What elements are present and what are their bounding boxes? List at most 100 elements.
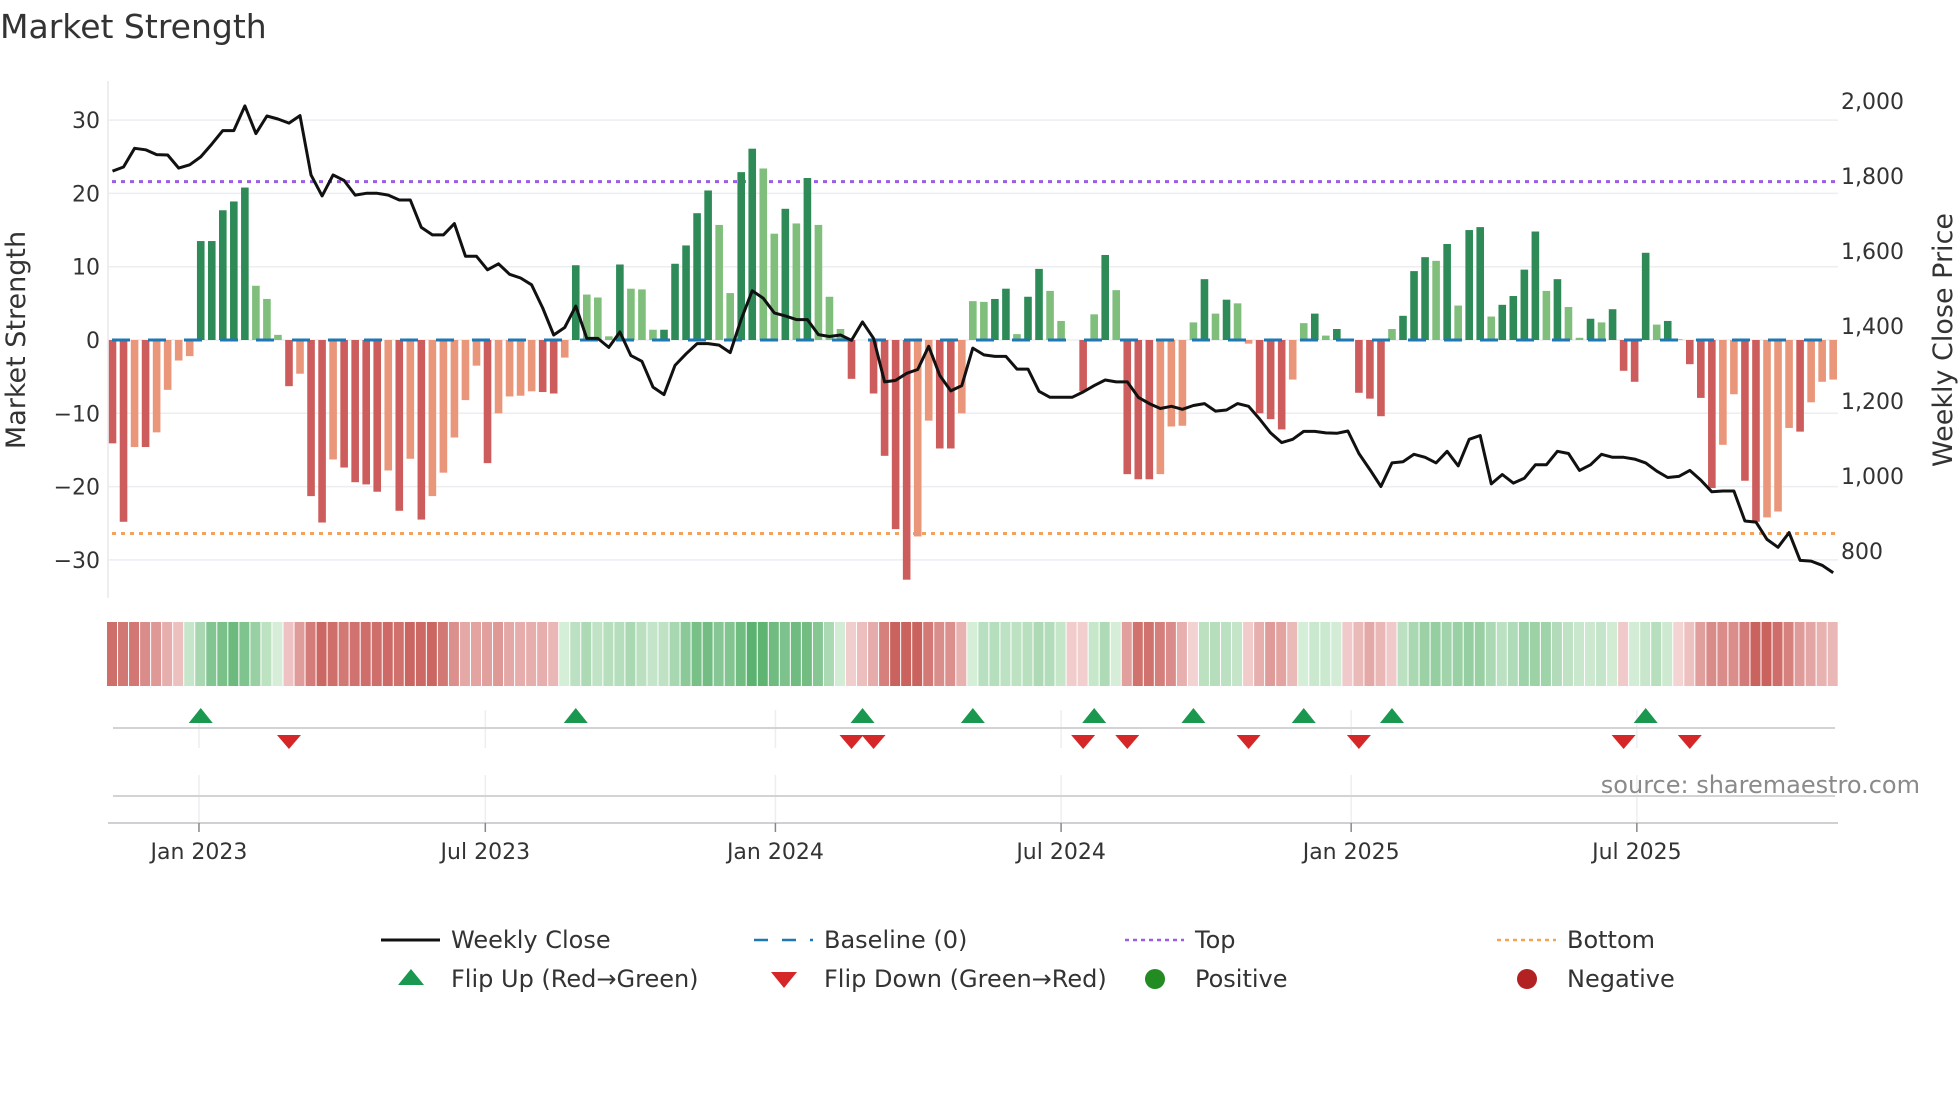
strip-cell bbox=[1232, 622, 1243, 686]
strength-bar bbox=[649, 329, 657, 340]
strength-bar bbox=[1652, 324, 1661, 340]
strength-bar bbox=[483, 340, 492, 464]
strip-cell bbox=[1463, 622, 1474, 686]
y-tick-label: 30 bbox=[72, 109, 100, 134]
strength-bar bbox=[362, 340, 370, 485]
strength-bar bbox=[252, 285, 260, 340]
strength-bar bbox=[1046, 290, 1054, 340]
strength-bar bbox=[1322, 335, 1330, 340]
strip-cell bbox=[1320, 622, 1331, 686]
strip-cell bbox=[151, 622, 162, 686]
strength-bar bbox=[1255, 340, 1264, 414]
strength-bar bbox=[682, 245, 690, 340]
strip-cell bbox=[217, 622, 228, 686]
strength-bar bbox=[1178, 340, 1187, 426]
strip-cell bbox=[1121, 622, 1132, 686]
strength-bar bbox=[1211, 313, 1220, 340]
strip-cell bbox=[559, 622, 570, 686]
strength-bar bbox=[1807, 340, 1815, 403]
strip-cell bbox=[1827, 622, 1838, 686]
strength-bar bbox=[980, 301, 988, 340]
strength-bar bbox=[108, 340, 117, 444]
y2-tick-label: 1,800 bbox=[1841, 165, 1904, 190]
strength-bar bbox=[241, 187, 249, 340]
strip-cell bbox=[107, 622, 117, 686]
y-tick-label: −20 bbox=[54, 476, 100, 501]
strength-bar bbox=[417, 340, 426, 520]
strip-cell bbox=[1254, 622, 1265, 686]
strength-bar bbox=[594, 297, 602, 340]
strength-bar bbox=[1167, 340, 1176, 427]
strength-bar bbox=[395, 340, 404, 511]
strip-cell bbox=[989, 622, 1000, 686]
strength-bar bbox=[230, 201, 238, 340]
strength-bar bbox=[770, 233, 779, 340]
strip-cell bbox=[1055, 622, 1066, 686]
strip-cell bbox=[1331, 622, 1342, 686]
strength-bar bbox=[671, 263, 679, 340]
strip-cell bbox=[118, 622, 129, 686]
strength-bar bbox=[1432, 260, 1440, 340]
strip-cell bbox=[305, 622, 316, 686]
strength-bar bbox=[516, 340, 525, 396]
strength-bar bbox=[1619, 340, 1628, 371]
strength-bar bbox=[847, 340, 856, 379]
flip-up-marker bbox=[850, 708, 875, 723]
y2-tick-label: 1,600 bbox=[1841, 240, 1904, 265]
strip-cell bbox=[1397, 622, 1408, 686]
strip-cell bbox=[250, 622, 261, 686]
strength-bar bbox=[1134, 340, 1143, 480]
strip-cell bbox=[1198, 622, 1209, 686]
strip-cell bbox=[1717, 622, 1728, 686]
strip-cell bbox=[162, 622, 173, 686]
strength-bar bbox=[1057, 320, 1065, 340]
strength-bar bbox=[891, 340, 900, 530]
strength-bar bbox=[1002, 288, 1010, 340]
strip-cell bbox=[1375, 622, 1386, 686]
strip-cell bbox=[934, 622, 945, 686]
strength-bar bbox=[880, 340, 889, 456]
strip-cell bbox=[1662, 622, 1673, 686]
strip-cell bbox=[371, 622, 382, 686]
strength-bar bbox=[1708, 340, 1716, 489]
strip-cell bbox=[1353, 622, 1364, 686]
flip-up-marker bbox=[1082, 708, 1107, 723]
strip-cell bbox=[614, 622, 625, 686]
strength-bar bbox=[119, 340, 128, 522]
strength-bar bbox=[1641, 252, 1650, 340]
strength-bar bbox=[1310, 313, 1319, 340]
legend-label: Weekly Close bbox=[451, 926, 611, 954]
legend: Weekly Close Baseline (0) Top Bottom Flip Up… bbox=[381, 926, 1675, 993]
strength-bar bbox=[1090, 314, 1098, 340]
strip-cell bbox=[834, 622, 845, 686]
strip-cell bbox=[415, 622, 426, 686]
legend-label: Top bbox=[1194, 926, 1236, 954]
strip-cell bbox=[846, 622, 857, 686]
strip-cell bbox=[228, 622, 239, 686]
strip-cell bbox=[1243, 622, 1254, 686]
strip-cell bbox=[1110, 622, 1121, 686]
strip-cell bbox=[1562, 622, 1573, 686]
x-tick-label: Jan 2024 bbox=[725, 840, 824, 865]
flip-down-marker bbox=[276, 735, 301, 749]
strip-cell bbox=[459, 622, 470, 686]
strength-bar bbox=[1233, 303, 1242, 340]
flip-down-marker bbox=[1115, 735, 1140, 749]
flip-down-marker bbox=[839, 735, 864, 749]
right-axis: 2,000 1,800 1,600 1,400 1,200 1,000 800 bbox=[1841, 90, 1904, 565]
x-tick-label: Jan 2023 bbox=[149, 840, 248, 865]
left-axis-label: Market Strength bbox=[1, 231, 32, 449]
strength-bar bbox=[1443, 243, 1451, 340]
strength-bar bbox=[616, 264, 624, 340]
strip-cell bbox=[239, 622, 250, 686]
flip-up-marker bbox=[1379, 708, 1404, 723]
strip-cell bbox=[724, 622, 735, 686]
strip-cell bbox=[1132, 622, 1143, 686]
strip-cell bbox=[338, 622, 349, 686]
strength-bar bbox=[825, 296, 834, 340]
strip-cell bbox=[1342, 622, 1353, 686]
strength-bar bbox=[638, 289, 646, 340]
flip-down-marker bbox=[861, 735, 886, 749]
strength-bar bbox=[969, 301, 977, 340]
legend-label: Flip Down (Green→Red) bbox=[824, 965, 1107, 993]
